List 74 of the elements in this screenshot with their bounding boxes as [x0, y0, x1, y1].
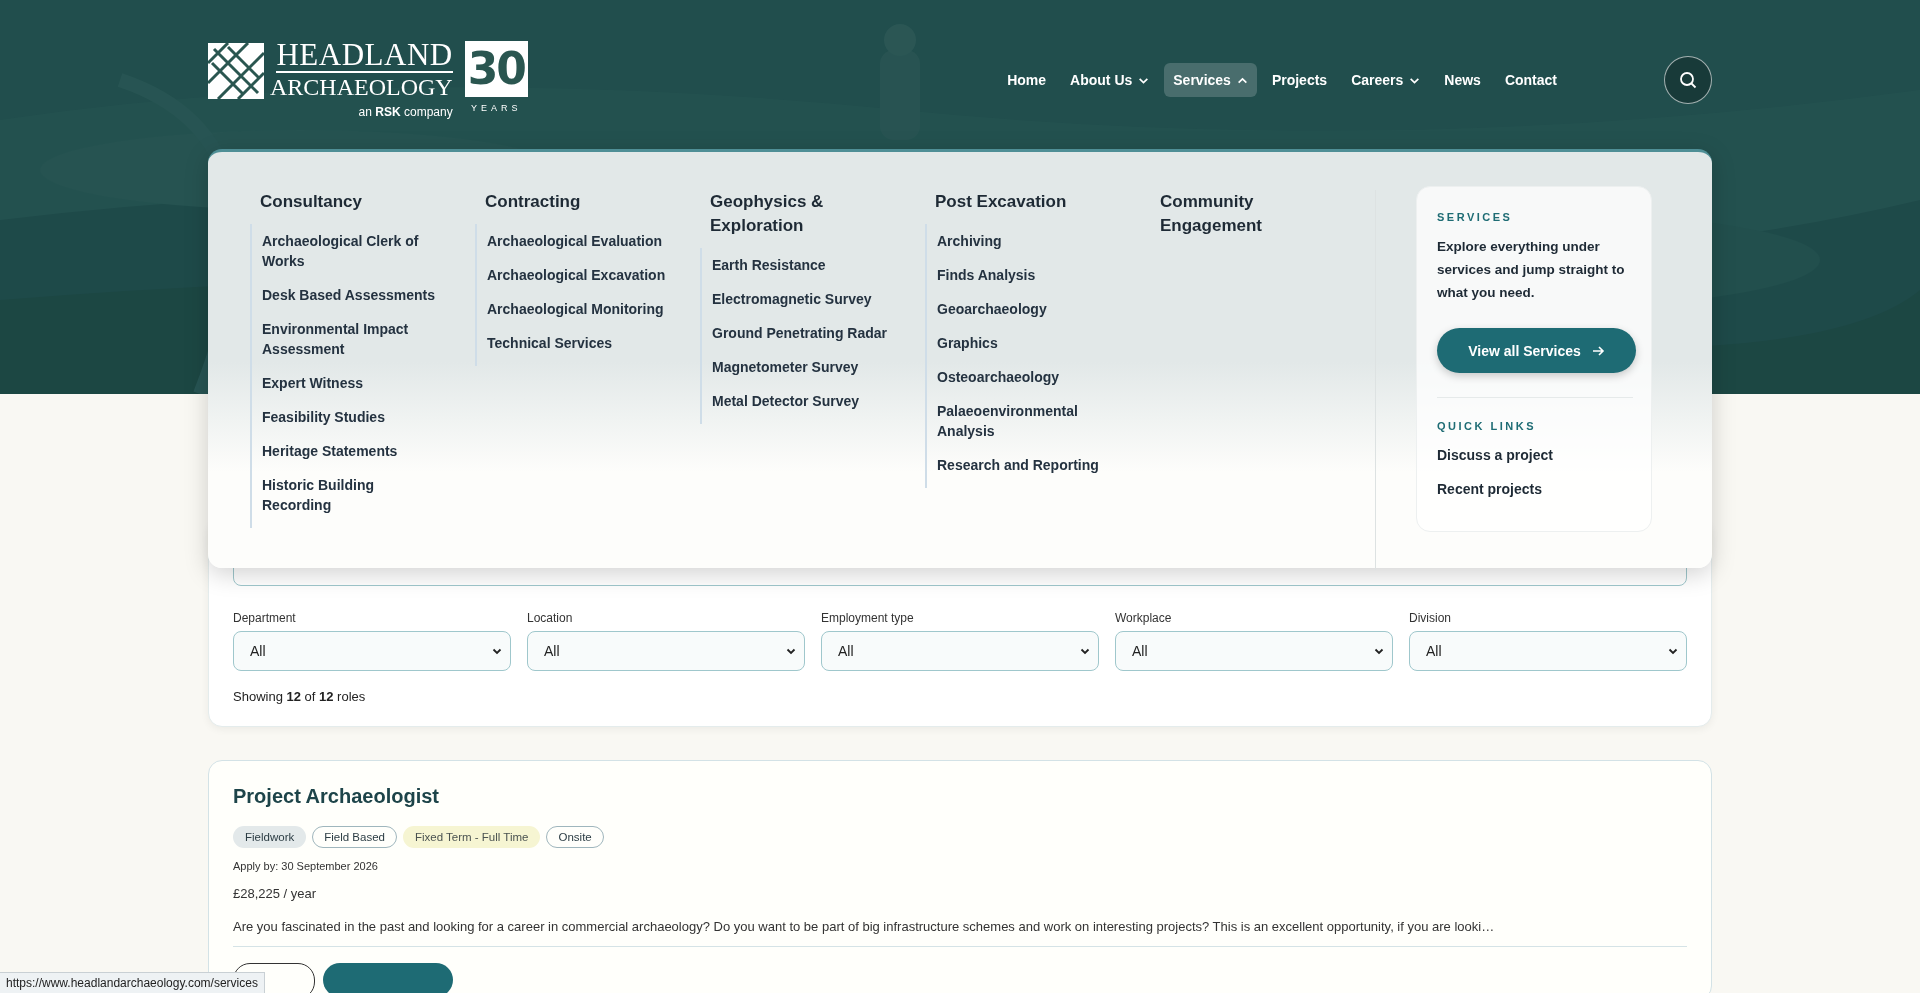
nav-link[interactable]: Services — [1164, 63, 1257, 97]
arrow-right-icon — [1590, 343, 1605, 358]
nav-link[interactable]: Projects — [1262, 63, 1337, 97]
results-count: Showing 12 of 12 roles — [233, 689, 367, 704]
tag: Fieldwork — [233, 826, 307, 848]
menu-link[interactable]: Archaeological Evaluation — [487, 224, 667, 258]
logo-text[interactable]: ARCHAEOLOGY — [270, 73, 453, 101]
menu-link[interactable]: Heritage Statements — [262, 434, 442, 468]
chevron-icon — [492, 646, 502, 656]
section-label: QUICK LINKS — [1437, 420, 1536, 432]
section-label: SERVICES — [1437, 211, 1513, 223]
menu-link[interactable]: Metal Detector Survey — [712, 384, 892, 418]
menu-link[interactable]: Archaeological Clerk of Works — [262, 224, 442, 278]
description-text: Explore everything under services and jump straight to what you need. — [1437, 238, 1626, 302]
field-label: Location — [527, 611, 574, 625]
apply-button[interactable] — [323, 963, 453, 993]
dropdown[interactable]: All — [233, 631, 511, 671]
dropdown[interactable]: All — [527, 631, 805, 671]
menu-heading[interactable]: Contracting — [485, 190, 655, 214]
menu-link[interactable]: Electromagnetic Survey — [712, 282, 892, 316]
menu-link[interactable]: Ground Penetrating Radar — [712, 316, 892, 350]
search-button[interactable] — [1664, 56, 1712, 104]
menu-heading[interactable]: Community Engagement — [1160, 190, 1330, 238]
nav-link[interactable]: About Us — [1061, 63, 1159, 97]
nav-link[interactable]: Contact — [1495, 63, 1566, 97]
tag: Fixed Term - Full Time — [402, 826, 541, 848]
job-description: Are you fascinated in the past and looking for a career in commercial archaeology? Do you want to be part of big infrastructure schemes and work on interesting projects? This is an excellent opportunity, if you are looki… — [233, 919, 1687, 947]
menu-link[interactable]: Historic Building Recording — [262, 468, 442, 522]
job-title[interactable]: Project Archaeologist — [233, 785, 1687, 808]
chevron-icon — [1080, 646, 1090, 656]
menu-link[interactable]: Finds Analysis — [937, 258, 1117, 292]
dropdown[interactable]: All — [1115, 631, 1393, 671]
field-label: Employment type — [821, 611, 915, 625]
dropdown[interactable]: All — [821, 631, 1099, 671]
nav-link[interactable]: News — [1435, 63, 1490, 97]
view-all-button[interactable]: View all Services — [1437, 328, 1636, 373]
menu-link[interactable]: Geoarchaeology — [937, 292, 1117, 326]
nav-link[interactable]: Careers — [1342, 63, 1430, 97]
menu-link[interactable]: Environmental Impact Assessment — [262, 312, 442, 366]
menu-link[interactable]: Palaeoenvironmental Analysis — [937, 394, 1117, 448]
menu-heading[interactable]: Geophysics & Exploration — [710, 190, 880, 238]
logo-icon[interactable] — [208, 43, 264, 99]
menu-heading[interactable]: Consultancy — [260, 190, 430, 214]
field-label: Department — [233, 611, 297, 625]
menu-link[interactable]: Graphics — [937, 326, 1117, 360]
field-label: Workplace — [1115, 611, 1173, 625]
logo-text[interactable]: HEADLAND — [276, 41, 453, 73]
menu-link[interactable]: Technical Services — [487, 326, 667, 360]
anniversary-label: YEARS — [471, 103, 522, 113]
apply-by-date: Apply by: 30 September 2026 — [233, 860, 379, 872]
quick-link[interactable]: Recent projects — [1437, 472, 1543, 506]
menu-link[interactable]: Archiving — [937, 224, 1117, 258]
chevron-icon — [786, 646, 796, 656]
menu-link[interactable]: Magnetometer Survey — [712, 350, 892, 384]
chevron-icon — [1668, 646, 1678, 656]
search-icon — [1679, 71, 1697, 89]
menu-link[interactable]: Desk Based Assessments — [262, 278, 442, 312]
quick-link[interactable]: Discuss a project — [1437, 438, 1553, 472]
logo-tagline: an RSK company — [358, 105, 453, 119]
chevron-icon — [1374, 646, 1384, 656]
nav-link[interactable]: Home — [998, 63, 1056, 97]
menu-link[interactable]: Research and Reporting — [937, 448, 1117, 482]
menu-heading[interactable]: Post Excavation — [935, 190, 1105, 214]
menu-link[interactable]: Archaeological Monitoring — [487, 292, 667, 326]
menu-link[interactable]: Archaeological Excavation — [487, 258, 667, 292]
menu-link[interactable]: Expert Witness — [262, 366, 442, 400]
anniversary-number: 30 — [464, 41, 528, 97]
url-tooltip: https://www.headlandarchaeology.com/services — [0, 972, 265, 993]
dropdown[interactable]: All — [1409, 631, 1687, 671]
menu-link[interactable]: Earth Resistance — [712, 248, 892, 282]
salary: £28,225 / year — [233, 886, 318, 901]
menu-link[interactable]: Osteoarchaeology — [937, 360, 1117, 394]
menu-link[interactable]: Feasibility Studies — [262, 400, 442, 434]
field-label: Division — [1409, 611, 1452, 625]
